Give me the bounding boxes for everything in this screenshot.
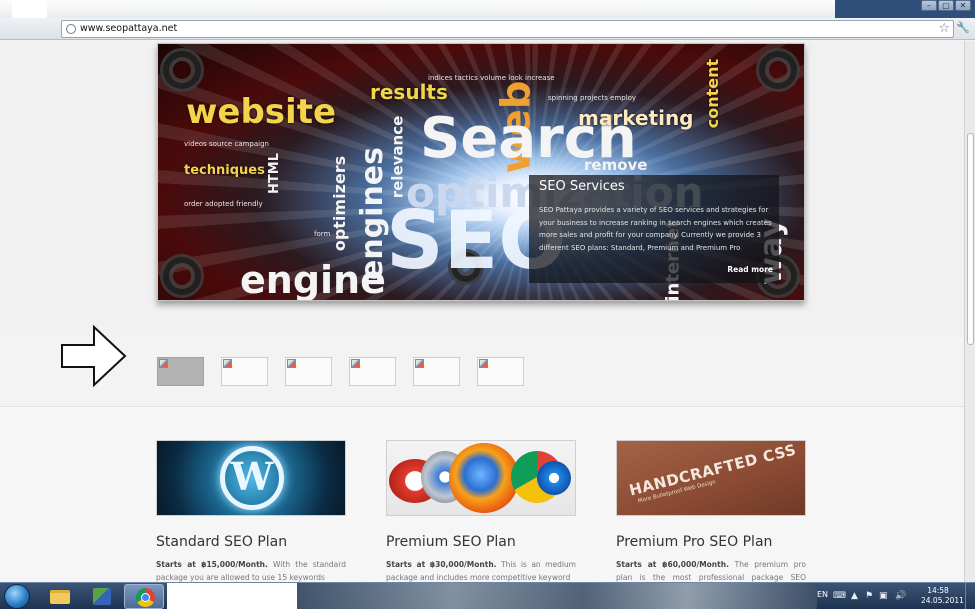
show-hidden-icons-icon[interactable]: ▲ [851, 591, 858, 601]
plan-card-premium: Premium SEO Plan Starts at ฿30,000/Month… [386, 440, 576, 582]
swirl-ornament [160, 48, 204, 92]
plan-description: Starts at ฿30,000/Month. This is an medi… [386, 559, 576, 582]
globe-icon [66, 24, 76, 34]
scrollbar-thumb[interactable] [967, 133, 974, 345]
broken-image-icon [415, 359, 424, 368]
ie-icon [537, 461, 571, 495]
hero-slide-image[interactable]: website results web Search optimization … [157, 43, 805, 301]
wrench-icon[interactable]: 🔧 [956, 21, 970, 34]
slide-thumbnail[interactable] [349, 357, 396, 386]
volume-icon[interactable]: 🔊 [895, 591, 906, 601]
caption-body: SEO Pattaya provides a variety of SEO se… [539, 206, 772, 252]
slide-thumbnail[interactable] [157, 357, 204, 386]
taskbar-chrome[interactable] [124, 584, 164, 609]
chrome-icon [136, 588, 155, 607]
clock-date: 24.05.2011 [921, 596, 964, 605]
wordpress-logo-image[interactable]: W [156, 440, 346, 516]
broken-image-icon [287, 359, 296, 368]
word-content: content [703, 58, 723, 129]
taskbar-network-app[interactable] [82, 584, 122, 609]
plan-title[interactable]: Premium Pro SEO Plan [616, 534, 806, 550]
arrow-right-icon [61, 325, 127, 387]
network-icon[interactable]: ▣ [879, 591, 888, 601]
handcrafted-text: HANDCRAFTED CSS [627, 440, 799, 500]
redacted-taskbar-item [167, 583, 297, 609]
language-indicator[interactable]: EN [817, 590, 828, 599]
hero-small-words: videos source campaign [184, 140, 269, 148]
broken-image-icon [351, 359, 360, 368]
word-website: website [186, 92, 337, 132]
word-results: results [370, 80, 448, 104]
slide-thumbnail[interactable] [221, 357, 268, 386]
window-controls: – ▢ ✕ [921, 0, 971, 11]
minimize-button[interactable]: – [921, 0, 937, 11]
browser-toolbar: www.seopattaya.net ☆ 🔧 [0, 18, 975, 40]
word-relevance: relevance [388, 115, 407, 199]
taskbar-background [297, 583, 817, 609]
slide-thumbnail[interactable] [413, 357, 460, 386]
system-tray: EN ⌨ ▲ ⚑ ▣ 🔊 14:58 24.05.2011 [817, 583, 975, 609]
taskbar-explorer[interactable] [40, 584, 80, 609]
bookmark-star-icon[interactable]: ☆ [938, 21, 950, 37]
start-button[interactable] [4, 584, 30, 609]
maximize-button[interactable]: ▢ [938, 0, 954, 11]
plan-title[interactable]: Standard SEO Plan [156, 534, 346, 550]
tab-strip[interactable] [0, 0, 835, 18]
plan-card-premium-pro: HANDCRAFTED CSS More Bulletproof Web Des… [616, 440, 806, 582]
plan-description: Starts at ฿60,000/Month. The premium pro… [616, 559, 806, 582]
slide-thumbnail[interactable] [477, 357, 524, 386]
clock[interactable]: 14:58 24.05.2011 [921, 586, 964, 606]
hero-small-words: form [314, 230, 331, 238]
word-remove: remove [584, 156, 648, 174]
broken-image-icon [479, 359, 488, 368]
windows-taskbar: EN ⌨ ▲ ⚑ ▣ 🔊 14:58 24.05.2011 [0, 582, 975, 609]
folder-icon [50, 590, 70, 604]
close-button[interactable]: ✕ [955, 0, 971, 11]
plan-title[interactable]: Premium SEO Plan [386, 534, 576, 550]
plan-card-standard: W Standard SEO Plan Starts at ฿15,000/Mo… [156, 440, 346, 582]
word-engines: engines [355, 146, 391, 281]
keyboard-icon[interactable]: ⌨ [833, 591, 846, 601]
hero-small-words: order adopted friendly [184, 200, 263, 208]
word-html: HTML [266, 153, 282, 194]
slide-caption: SEO Services SEO Pattaya provides a vari… [529, 175, 779, 283]
page-viewport: website results web Search optimization … [0, 41, 964, 582]
clock-time: 14:58 [927, 586, 949, 595]
slide-thumbnail[interactable] [285, 357, 332, 386]
read-more-link[interactable]: Read more [727, 265, 773, 274]
plan-description: Starts at ฿15,000/Month. With the standa… [156, 559, 346, 582]
vertical-scrollbar[interactable] [964, 41, 975, 582]
broken-image-icon [159, 359, 168, 368]
handcrafted-css-image[interactable]: HANDCRAFTED CSS More Bulletproof Web Des… [616, 440, 806, 516]
address-bar[interactable]: www.seopattaya.net ☆ [61, 20, 954, 38]
network-app-icon [93, 588, 111, 605]
plan-price: Starts at ฿60,000/Month. [616, 560, 729, 569]
flag-icon[interactable]: ⚑ [865, 591, 873, 601]
hero-small-words: spinning projects employ [548, 94, 637, 102]
word-marketing: marketing [578, 106, 694, 130]
wordpress-icon: W [220, 446, 284, 510]
swirl-ornament [160, 254, 204, 298]
browsers-logo-image[interactable] [386, 440, 576, 516]
plans-section: W Standard SEO Plan Starts at ฿15,000/Mo… [0, 407, 964, 582]
hero-small-words: indices tactics volume look increase [428, 74, 555, 82]
firefox-icon [449, 443, 519, 513]
plan-price: Starts at ฿15,000/Month. [156, 560, 268, 569]
word-techniques: techniques [184, 163, 265, 178]
plan-price: Starts at ฿30,000/Month. [386, 560, 497, 569]
slider-thumbnails [157, 357, 524, 386]
caption-title: SEO Services [539, 179, 625, 194]
word-optimizers: optimizers [330, 155, 350, 252]
swirl-ornament [756, 48, 800, 92]
broken-image-icon [223, 359, 232, 368]
url-text[interactable]: www.seopattaya.net [80, 23, 177, 34]
slider-section: website results web Search optimization … [0, 41, 964, 387]
browser-titlebar: – ▢ ✕ [0, 0, 975, 34]
show-desktop-button[interactable] [965, 583, 975, 609]
